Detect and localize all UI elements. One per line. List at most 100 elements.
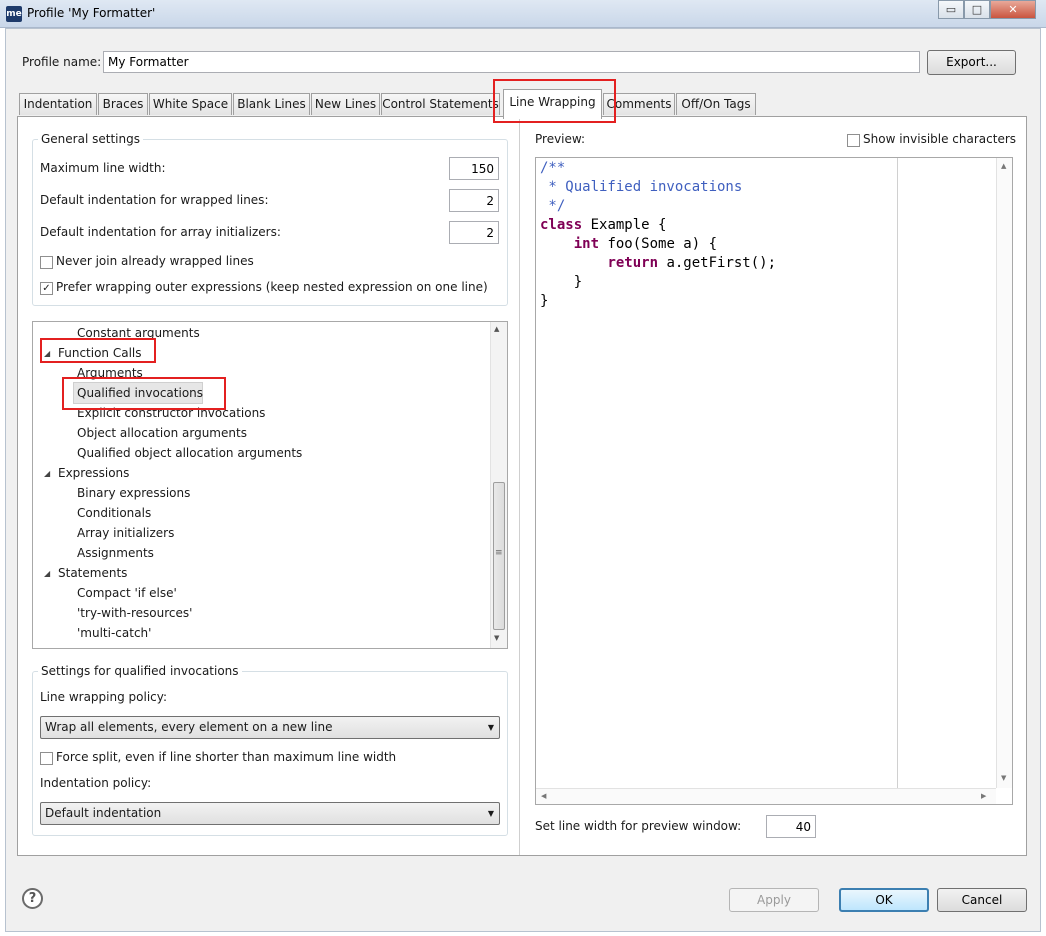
tree-item-object-allocation-arguments[interactable]: Object allocation arguments	[77, 423, 247, 443]
tree-item-binary-expressions[interactable]: Binary expressions	[77, 483, 190, 503]
max-line-width-input[interactable]	[449, 157, 499, 180]
code-line: }	[540, 273, 776, 292]
wrapping-policy-select[interactable]: Wrap all elements, every element on a ne…	[40, 716, 500, 739]
indentation-policy-label: Indentation policy:	[40, 776, 152, 790]
highlight-box-qualified-invocations	[62, 377, 226, 410]
apply-button[interactable]: Apply	[729, 888, 819, 912]
wrapped-indent-label: Default indentation for wrapped lines:	[40, 193, 269, 207]
preview-code: /** * Qualified invocations */ class Exam…	[540, 159, 776, 311]
expander-icon[interactable]: ◢	[44, 569, 50, 578]
app-icon: me	[6, 6, 22, 22]
tab-indentation[interactable]: Indentation	[19, 93, 97, 115]
code-keyword: class	[540, 217, 583, 233]
code-line: return a.getFirst();	[540, 254, 776, 273]
expander-icon[interactable]: ◢	[44, 469, 50, 478]
ok-button[interactable]: OK	[839, 888, 929, 912]
code-text: }	[540, 293, 549, 309]
preview-label: Preview:	[535, 132, 586, 146]
code-text: Example {	[582, 217, 667, 233]
chevron-down-icon: ▼	[487, 723, 494, 732]
maximize-button[interactable]: □	[964, 0, 990, 19]
indentation-policy-select[interactable]: Default indentation ▼	[40, 802, 500, 825]
panel-divider	[519, 117, 520, 855]
code-text: a.getFirst();	[658, 255, 777, 271]
tab-new-lines[interactable]: New Lines	[311, 93, 380, 115]
tree-scrollbar-thumb[interactable]: ≡	[493, 482, 505, 630]
wrapping-categories-tree[interactable]: Constant arguments ◢ Function Calls Argu…	[32, 321, 508, 649]
scroll-up-arrow-icon[interactable]: ▲	[494, 325, 499, 333]
help-icon[interactable]: ?	[22, 888, 43, 909]
scroll-down-arrow-icon[interactable]: ▼	[494, 634, 499, 642]
tab-blank-lines[interactable]: Blank Lines	[233, 93, 310, 115]
never-join-checkbox[interactable]	[40, 256, 53, 269]
code-line: /**	[540, 159, 776, 178]
cancel-button[interactable]: Cancel	[937, 888, 1027, 912]
profile-name-input[interactable]	[103, 51, 920, 73]
force-split-label: Force split, even if line shorter than m…	[56, 750, 397, 764]
prefer-outer-checkbox[interactable]: ✓	[40, 282, 53, 295]
preview-pane[interactable]: /** * Qualified invocations */ class Exam…	[535, 157, 1013, 805]
code-comment: */	[540, 198, 566, 214]
code-line: */	[540, 197, 776, 216]
scroll-left-arrow-icon[interactable]: ◀	[541, 792, 546, 800]
code-comment: * Qualified invocations	[540, 179, 743, 195]
wrapping-policy-value: Wrap all elements, every element on a ne…	[45, 720, 333, 734]
code-line: class Example {	[540, 216, 776, 235]
tree-item-statements[interactable]: Statements	[58, 563, 127, 583]
code-line: int foo(Some a) {	[540, 235, 776, 254]
qualified-settings-title: Settings for qualified invocations	[38, 664, 242, 678]
preview-line-width-input[interactable]	[766, 815, 816, 838]
profile-name-label: Profile name:	[22, 55, 102, 69]
code-keyword: int	[573, 236, 600, 252]
preview-vertical-scrollbar[interactable]: ▲ ▼	[996, 158, 1012, 788]
code-line: * Qualified invocations	[540, 178, 776, 197]
highlight-box-function-calls	[40, 338, 156, 363]
highlight-box-tab	[493, 79, 616, 123]
never-join-label: Never join already wrapped lines	[56, 254, 254, 268]
tree-item-expressions[interactable]: Expressions	[58, 463, 129, 483]
indentation-policy-value: Default indentation	[45, 806, 162, 820]
code-text: }	[540, 274, 583, 290]
print-margin-line	[897, 158, 898, 788]
window-title: Profile 'My Formatter'	[27, 6, 156, 20]
tree-item-assignments[interactable]: Assignments	[77, 543, 154, 563]
tree-item-qualified-object-allocation-arguments[interactable]: Qualified object allocation arguments	[77, 443, 302, 463]
prefer-outer-label: Prefer wrapping outer expressions (keep …	[56, 280, 488, 294]
minimize-button[interactable]: ▭	[938, 0, 964, 19]
tree-item-array-initializers[interactable]: Array initializers	[77, 523, 174, 543]
close-button[interactable]: ✕	[990, 0, 1036, 19]
tree-item-try-with-resources[interactable]: 'try-with-resources'	[77, 603, 192, 623]
tree-item-compact-if-else[interactable]: Compact 'if else'	[77, 583, 177, 603]
force-split-checkbox[interactable]	[40, 752, 53, 765]
array-indent-label: Default indentation for array initialize…	[40, 225, 281, 239]
wrapping-policy-label: Line wrapping policy:	[40, 690, 168, 704]
scroll-down-arrow-icon[interactable]: ▼	[1001, 774, 1006, 782]
scroll-up-arrow-icon[interactable]: ▲	[1001, 162, 1006, 170]
wrapped-indent-input[interactable]	[449, 189, 499, 212]
preview-horizontal-scrollbar[interactable]: ◀ ▶	[536, 788, 996, 804]
code-keyword: return	[607, 255, 659, 271]
tree-item-multi-catch[interactable]: 'multi-catch'	[77, 623, 151, 643]
show-invisible-label: Show invisible characters	[863, 132, 1017, 146]
code-line: }	[540, 292, 776, 311]
show-invisible-checkbox[interactable]	[847, 134, 860, 147]
title-bar: me Profile 'My Formatter' ▭ □ ✕	[0, 0, 1046, 28]
export-button[interactable]: Export...	[927, 50, 1016, 75]
scrollbar-grip-icon: ≡	[495, 548, 503, 558]
code-text: foo(Some a) {	[599, 236, 718, 252]
tree-item-conditionals[interactable]: Conditionals	[77, 503, 151, 523]
tab-off-on-tags[interactable]: Off/On Tags	[676, 93, 756, 115]
array-indent-input[interactable]	[449, 221, 499, 244]
tab-braces[interactable]: Braces	[98, 93, 148, 115]
max-line-width-label: Maximum line width:	[40, 161, 166, 175]
tab-control-statements[interactable]: Control Statements	[381, 93, 500, 115]
scroll-right-arrow-icon[interactable]: ▶	[981, 792, 986, 800]
code-comment: /**	[540, 160, 566, 176]
general-settings-title: General settings	[38, 132, 143, 146]
tab-white-space[interactable]: White Space	[149, 93, 232, 115]
preview-line-width-label: Set line width for preview window:	[535, 819, 742, 833]
tree-scrollbar[interactable]: ▲ ≡ ▼	[490, 322, 507, 648]
chevron-down-icon: ▼	[487, 809, 494, 818]
